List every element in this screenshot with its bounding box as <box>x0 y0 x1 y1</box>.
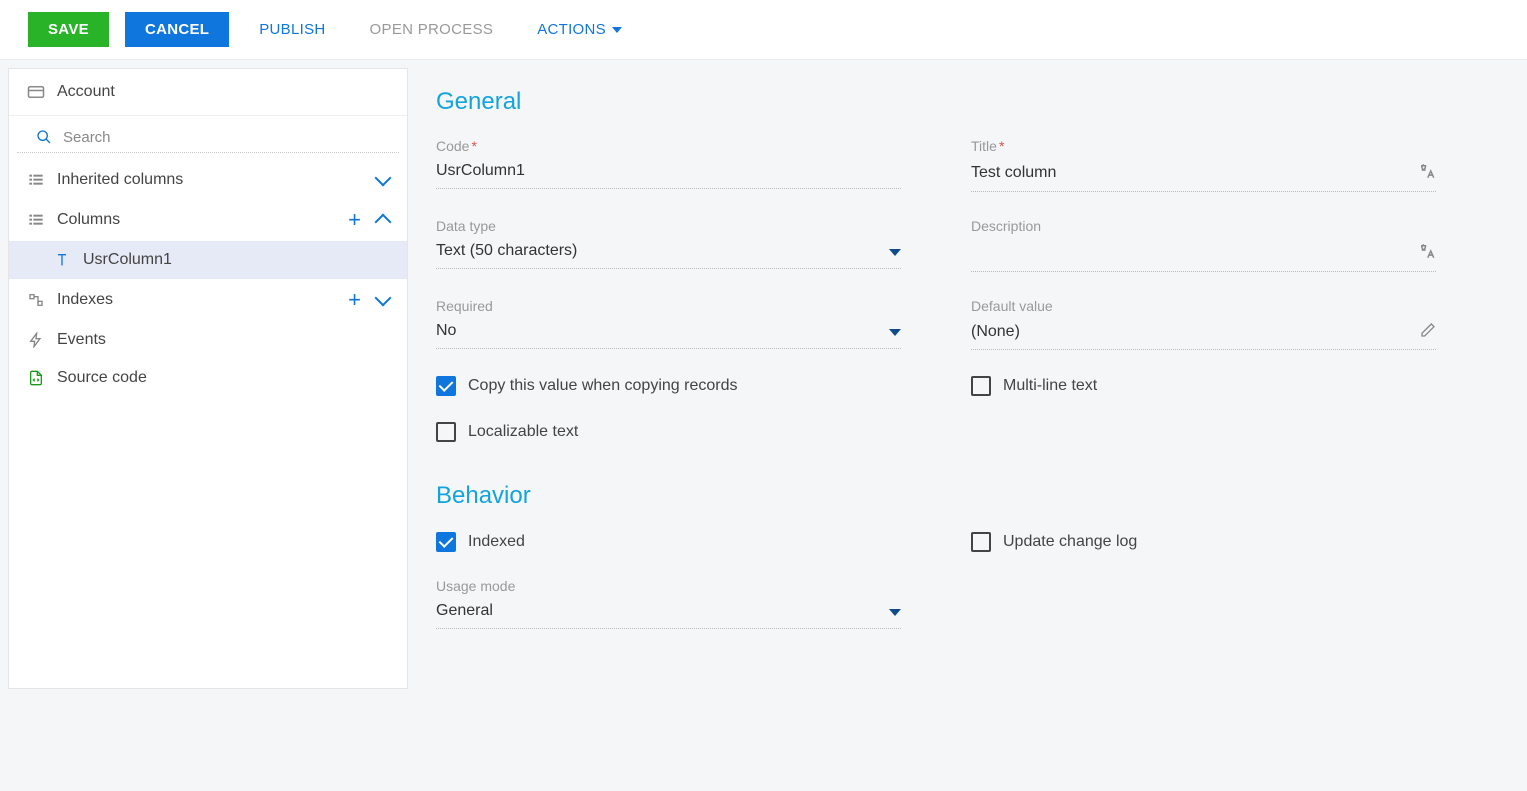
sidebar: Account Inherited columns Columns + <box>8 68 408 689</box>
actions-dropdown[interactable]: ACTIONS <box>523 12 636 47</box>
checkbox-label: Indexed <box>468 533 525 551</box>
entity-name: Account <box>57 83 115 101</box>
search-icon <box>35 128 53 146</box>
tree-inherited-columns[interactable]: Inherited columns <box>9 161 407 199</box>
general-section-title: General <box>436 88 1509 116</box>
required-field: Required No <box>436 298 901 350</box>
workspace: Account Inherited columns Columns + <box>0 60 1527 697</box>
copy-value-checkbox-row: Copy this value when copying records <box>436 376 901 396</box>
search-input[interactable] <box>63 129 381 146</box>
tree-label: Events <box>57 331 389 349</box>
add-index-button[interactable]: + <box>344 289 365 311</box>
general-form: Code* UsrColumn1 Title* Test column <box>436 138 1436 442</box>
update-log-checkbox[interactable] <box>971 532 991 552</box>
dropdown-caret-icon <box>889 609 901 616</box>
required-select[interactable]: No <box>436 318 901 349</box>
tree-label: Inherited columns <box>57 171 365 189</box>
add-column-button[interactable]: + <box>344 209 365 231</box>
columns-icon <box>27 211 45 229</box>
title-input[interactable]: Test column <box>971 158 1436 192</box>
default-value-field: Default value (None) <box>971 298 1436 350</box>
indexes-icon <box>27 291 45 309</box>
publish-button[interactable]: PUBLISH <box>245 12 339 47</box>
tree-label: Source code <box>57 369 389 387</box>
text-column-icon <box>53 251 71 269</box>
multiline-checkbox-row: Multi-line text <box>971 376 1436 396</box>
behavior-section-title: Behavior <box>436 482 1509 510</box>
chevron-down-icon[interactable] <box>375 170 392 187</box>
description-input[interactable] <box>971 238 1436 272</box>
field-label: Usage mode <box>436 578 901 594</box>
field-label: Description <box>971 218 1436 234</box>
usage-mode-field: Usage mode General <box>436 578 901 629</box>
tree-column-item[interactable]: UsrColumn1 <box>9 241 407 279</box>
code-field: Code* UsrColumn1 <box>436 138 901 192</box>
main-panel: General Code* UsrColumn1 Title* Test col… <box>426 68 1519 689</box>
source-code-icon <box>27 369 45 387</box>
chevron-down-icon[interactable] <box>375 290 392 307</box>
tree-label: UsrColumn1 <box>83 251 389 269</box>
tree-indexes[interactable]: Indexes + <box>9 279 407 321</box>
data-type-select[interactable]: Text (50 characters) <box>436 238 901 269</box>
update-log-checkbox-row: Update change log <box>971 532 1436 552</box>
dropdown-caret-icon <box>889 249 901 256</box>
toolbar: SAVE CANCEL PUBLISH OPEN PROCESS ACTIONS <box>0 0 1527 60</box>
entity-icon <box>27 83 45 101</box>
checkbox-label: Localizable text <box>468 423 578 441</box>
tree-label: Indexes <box>57 291 332 309</box>
data-type-field: Data type Text (50 characters) <box>436 218 901 272</box>
behavior-form: Indexed Update change log Usage mode Gen… <box>436 532 1436 629</box>
code-input[interactable]: UsrColumn1 <box>436 158 901 189</box>
checkbox-label: Multi-line text <box>1003 377 1097 395</box>
tree-columns[interactable]: Columns + <box>9 199 407 241</box>
search-row <box>17 116 399 153</box>
chevron-up-icon[interactable] <box>375 214 392 231</box>
checkbox-label: Update change log <box>1003 533 1137 551</box>
localizable-checkbox[interactable] <box>436 422 456 442</box>
translate-icon[interactable] <box>1418 242 1436 265</box>
tree-events[interactable]: Events <box>9 321 407 359</box>
title-field: Title* Test column <box>971 138 1436 192</box>
save-button[interactable]: SAVE <box>28 12 109 47</box>
localizable-checkbox-row: Localizable text <box>436 422 901 442</box>
open-process-button[interactable]: OPEN PROCESS <box>356 12 508 47</box>
field-label: Data type <box>436 218 901 234</box>
columns-icon <box>27 171 45 189</box>
actions-label: ACTIONS <box>537 21 606 38</box>
cancel-button[interactable]: CANCEL <box>125 12 229 47</box>
events-icon <box>27 331 45 349</box>
translate-icon[interactable] <box>1418 162 1436 185</box>
copy-value-checkbox[interactable] <box>436 376 456 396</box>
description-field: Description <box>971 218 1436 272</box>
default-value-input[interactable]: (None) <box>971 318 1436 350</box>
usage-mode-select[interactable]: General <box>436 598 901 629</box>
chevron-down-icon <box>612 27 622 33</box>
indexed-checkbox[interactable] <box>436 532 456 552</box>
field-label: Default value <box>971 298 1436 314</box>
field-label: Required <box>436 298 901 314</box>
tree-source-code[interactable]: Source code <box>9 359 407 397</box>
field-label: Code* <box>436 138 901 154</box>
tree-label: Columns <box>57 211 332 229</box>
edit-icon[interactable] <box>1420 322 1436 343</box>
checkbox-label: Copy this value when copying records <box>468 377 737 395</box>
field-label: Title* <box>971 138 1436 154</box>
multiline-checkbox[interactable] <box>971 376 991 396</box>
dropdown-caret-icon <box>889 329 901 336</box>
indexed-checkbox-row: Indexed <box>436 532 901 552</box>
sidebar-header: Account <box>9 69 407 116</box>
